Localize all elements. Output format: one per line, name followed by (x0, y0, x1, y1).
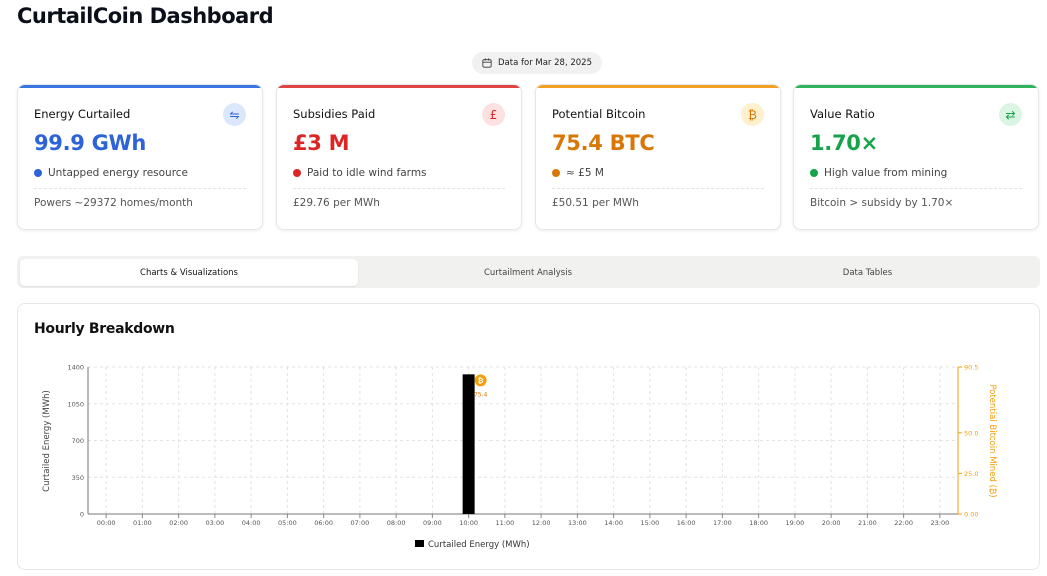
card-footnote: Powers ~29372 homes/month (34, 197, 193, 209)
potential-bitcoin-card: Potential Bitcoin ₿ 75.4 BTC ≈ £5 M £50.… (535, 84, 781, 230)
chart-bars (462, 374, 475, 514)
card-subtitle-text: High value from mining (824, 167, 948, 179)
y-tick-label-left: 1400 (67, 364, 84, 372)
card-value: £3 M (293, 131, 350, 155)
card-label: Value Ratio (810, 107, 875, 121)
hourly-breakdown-panel: Hourly Breakdown 0 350 700 1050 1400 00:00 01:… (17, 303, 1040, 570)
x-tick-label: 16:00 (677, 519, 696, 527)
y-axis-right-label: Potential Bitcoin Mined (₿) (987, 384, 998, 497)
y-tick-label-right: 50.0 (964, 429, 978, 437)
status-dot (810, 169, 818, 177)
card-subtitle-text: Paid to idle wind farms (307, 167, 427, 179)
card-footnote: £29.76 per MWh (293, 197, 380, 209)
y-tick-label-left: 1050 (67, 400, 84, 408)
card-subtitle: Paid to idle wind farms (293, 167, 427, 179)
pound-icon: £ (482, 103, 505, 126)
energy-curtailed-card: Energy Curtailed ⇋ 99.9 GWh Untapped ene… (17, 84, 263, 230)
chart-legend: Curtailed Energy (MWh) (415, 540, 530, 550)
x-tick-label: 21:00 (858, 519, 877, 527)
swap-arrows-icon: ⇄ (999, 103, 1022, 126)
x-tick-label: 02:00 (169, 519, 188, 527)
x-tick-label: 04:00 (242, 519, 261, 527)
date-pill: Data for Mar 28, 2025 (472, 52, 602, 74)
bitcoin-marker-label: 75.4 (474, 391, 488, 398)
y-tick-label-left: 0 (80, 511, 84, 519)
subsidies-paid-card: Subsidies Paid £ £3 M Paid to idle wind … (276, 84, 522, 230)
card-accent (277, 85, 521, 88)
x-tick-label: 13:00 (568, 519, 587, 527)
card-subtitle: ≈ £5 M (552, 167, 604, 179)
card-accent (536, 85, 780, 88)
status-dot (34, 169, 42, 177)
divider (810, 188, 1022, 189)
y-tick-label-right: 0.00 (964, 511, 978, 519)
x-tick-label: 11:00 (496, 519, 515, 527)
x-tick-label: 20:00 (822, 519, 841, 527)
chart-grid (88, 366, 958, 515)
x-tick-label: 19:00 (786, 519, 805, 527)
legend-label: Curtailed Energy (MWh) (428, 540, 530, 550)
card-subtitle: High value from mining (810, 167, 947, 179)
x-tick-label: 10:00 (459, 519, 478, 527)
card-label: Energy Curtailed (34, 107, 131, 121)
value-ratio-card: Value Ratio ⇄ 1.70× High value from mini… (793, 84, 1039, 230)
card-label: Potential Bitcoin (552, 107, 646, 121)
card-footnote: £50.51 per MWh (552, 197, 639, 209)
view-tabs: Charts & Visualizations Curtailment Anal… (17, 256, 1040, 288)
card-value: 1.70× (810, 131, 878, 155)
tab-charts-visualizations[interactable]: Charts & Visualizations (20, 259, 358, 286)
y-tick-label-left: 700 (72, 437, 84, 445)
x-tick-label: 23:00 (931, 519, 950, 527)
tab-curtailment-analysis[interactable]: Curtailment Analysis (358, 259, 698, 286)
x-tick-label: 03:00 (206, 519, 225, 527)
card-footnote: Bitcoin > subsidy by 1.70× (810, 197, 954, 209)
bitcoin-icon: ₿ (741, 103, 764, 126)
tab-data-tables[interactable]: Data Tables (698, 259, 1037, 286)
card-value: 99.9 GWh (34, 131, 147, 155)
card-value: 75.4 BTC (552, 131, 655, 155)
y-tick-label-left: 350 (72, 474, 84, 482)
y-tick-label-right: 25.0 (964, 470, 978, 478)
hourly-breakdown-chart: 0 350 700 1050 1400 00:00 01:00 02:00 03:00 04:00… (42, 364, 998, 551)
energy-flow-icon: ⇋ (223, 103, 246, 126)
chart-markers: ₿ 75.4 (474, 374, 488, 398)
card-accent (794, 85, 1038, 88)
card-subtitle-text: ≈ £5 M (566, 167, 604, 179)
x-tick-label: 15:00 (641, 519, 660, 527)
bar (462, 374, 475, 514)
card-subtitle-text: Untapped energy resource (48, 167, 189, 179)
status-dot (552, 169, 560, 177)
card-subtitle: Untapped energy resource (34, 167, 188, 179)
page-title: CurtailCoin Dashboard (17, 4, 274, 28)
y-tick-label-right: 90.5 (964, 364, 978, 372)
calendar-icon (482, 58, 492, 68)
legend-swatch (415, 540, 424, 547)
divider (552, 188, 764, 189)
x-tick-label: 09:00 (423, 519, 442, 527)
chart-axes: 0 350 700 1050 1400 00:00 01:00 02:00 03:00 04:00… (67, 364, 978, 528)
status-dot (293, 169, 301, 177)
x-tick-label: 06:00 (314, 519, 333, 527)
card-label: Subsidies Paid (293, 107, 376, 121)
y-axis-left-label: Curtailed Energy (MWh) (42, 390, 52, 492)
x-tick-label: 22:00 (894, 519, 913, 527)
x-tick-label: 14:00 (604, 519, 623, 527)
x-tick-label: 17:00 (713, 519, 732, 527)
divider (293, 188, 505, 189)
divider (34, 188, 246, 189)
x-tick-label: 18:00 (749, 519, 768, 527)
x-tick-label: 07:00 (351, 519, 370, 527)
x-tick-label: 05:00 (278, 519, 297, 527)
card-accent (18, 85, 262, 88)
x-tick-label: 00:00 (97, 519, 116, 527)
x-tick-label: 01:00 (133, 519, 152, 527)
bitcoin-marker-glyph: ₿ (478, 377, 484, 385)
date-label: Data for Mar 28, 2025 (498, 58, 592, 68)
x-tick-label: 12:00 (532, 519, 551, 527)
x-tick-label: 08:00 (387, 519, 406, 527)
